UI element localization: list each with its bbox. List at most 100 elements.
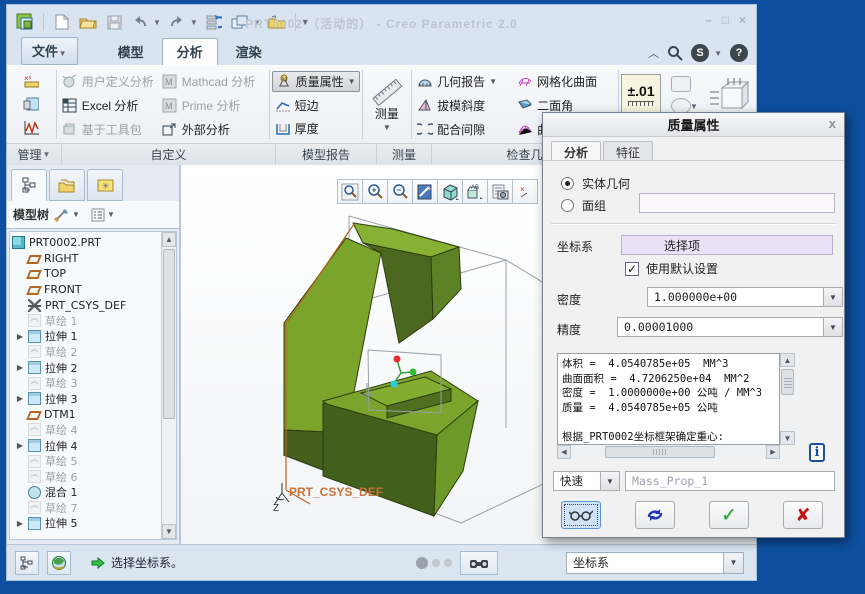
density-value[interactable]: 1.000000e+00 — [647, 287, 824, 307]
results-scroll-down-icon[interactable]: ▼ — [780, 431, 795, 445]
analysis-graph-icon[interactable] — [23, 120, 39, 136]
expand-icon[interactable] — [12, 363, 28, 372]
info-icon[interactable]: i — [809, 443, 825, 462]
results-hscrollbar[interactable]: ◀ ▶ — [557, 445, 780, 459]
analysis-manage-icon[interactable]: ×ˣ — [23, 73, 39, 89]
toggle-navigator-button[interactable] — [15, 551, 39, 575]
preview-button[interactable] — [561, 501, 601, 529]
ui-region-icon[interactable] — [671, 76, 691, 92]
maximize-button[interactable]: □ — [722, 13, 729, 27]
accuracy-dropdown-icon[interactable]: ▼ — [824, 317, 843, 337]
scroll-up-icon[interactable]: ▲ — [162, 232, 176, 247]
tab-file[interactable]: 文件 ▼ — [21, 37, 78, 65]
find-button[interactable] — [460, 551, 498, 575]
tree-item[interactable]: 草绘 4 — [12, 422, 161, 438]
mathcad-analysis-button[interactable]: MMathcad 分析 — [159, 72, 267, 91]
results-scroll-up-icon[interactable]: ▲ — [780, 353, 795, 367]
tree-item[interactable]: 拉伸 2 — [12, 360, 161, 376]
fit-clearance-button[interactable]: 配合间隙 — [414, 120, 514, 139]
prime-analysis-button[interactable]: MPrime 分析 — [159, 96, 267, 115]
results-scroll-left-icon[interactable]: ◀ — [557, 445, 571, 459]
tree-item[interactable]: 拉伸 4 — [12, 438, 161, 454]
tab-model[interactable]: 模型 — [104, 39, 158, 65]
user-defined-analysis-button[interactable]: 用户定义分析 — [59, 72, 159, 91]
mass-properties-button[interactable]: kg质量属性▼ — [272, 71, 360, 92]
tree-item[interactable]: PRT_CSYS_DEF — [12, 297, 161, 313]
tree-item[interactable]: 拉伸 3 — [12, 391, 161, 407]
expand-icon[interactable] — [12, 441, 28, 450]
toggle-browser-button[interactable] — [47, 551, 71, 575]
folder-browser-tab[interactable] — [49, 169, 85, 201]
section-manage[interactable]: 管理▼ — [7, 144, 62, 165]
tree-item[interactable]: 混合 1 — [12, 485, 161, 501]
tree-item[interactable]: 草绘 1 — [12, 313, 161, 329]
expand-icon[interactable] — [12, 519, 28, 528]
tree-item[interactable]: FRONT — [12, 282, 161, 298]
results-scroll-right-icon[interactable]: ▶ — [766, 445, 780, 459]
tab-render[interactable]: 渲染 — [222, 39, 276, 65]
checkbox-checked-icon[interactable]: ✓ — [625, 262, 639, 276]
favorites-tab[interactable]: ✳ — [87, 169, 123, 201]
short-edge-button[interactable]: 短边 — [272, 96, 360, 115]
tree-settings-dropdown-icon[interactable]: ▼ — [107, 210, 115, 219]
mode-dropdown-icon[interactable]: ▼ — [601, 471, 620, 491]
new-file-button[interactable] — [52, 12, 72, 32]
saved-analysis-icon[interactable] — [23, 96, 39, 112]
tree-item[interactable]: RIGHT — [12, 251, 161, 267]
scroll-down-icon[interactable]: ▼ — [162, 524, 176, 539]
tree-item[interactable]: DTM1 — [12, 407, 161, 423]
tree-item[interactable]: TOP — [12, 266, 161, 282]
density-dropdown-icon[interactable]: ▼ — [824, 287, 843, 307]
collapse-ribbon-icon[interactable]: ︿ — [648, 45, 659, 61]
tree-tools-dropdown-icon[interactable]: ▼ — [72, 210, 80, 219]
tree-item[interactable]: 草绘 3 — [12, 375, 161, 391]
cancel-button[interactable]: ✘ — [783, 501, 823, 529]
open-file-button[interactable] — [78, 12, 98, 32]
results-vscrollbar[interactable]: ▲ ▼ — [780, 353, 795, 445]
close-button[interactable]: × — [739, 13, 746, 27]
tree-item[interactable]: 拉伸 1 — [12, 329, 161, 345]
csys-collector-input[interactable]: 选择项 — [621, 235, 833, 255]
minimize-button[interactable]: – — [705, 13, 712, 27]
geometry-report-button[interactable]: 几何报告▼ — [414, 72, 514, 91]
excel-analysis-button[interactable]: Excel 分析 — [59, 96, 159, 115]
save-button[interactable] — [104, 12, 124, 32]
filter-value[interactable]: 坐标系 — [566, 552, 724, 574]
help-icon[interactable]: ? — [730, 44, 748, 62]
tree-item[interactable]: 草绘 7 — [12, 500, 161, 516]
repeat-button[interactable] — [635, 501, 675, 529]
tree-item[interactable]: PRT0002.PRT — [12, 235, 161, 251]
dialog-tab-analysis[interactable]: 分析 — [551, 141, 601, 160]
resource-center-icon[interactable]: S — [691, 44, 709, 62]
thickness-button[interactable]: 厚度 — [272, 119, 360, 138]
dialog-close-icon[interactable]: x — [829, 116, 836, 131]
ok-button[interactable]: ✓ — [709, 501, 749, 529]
search-icon[interactable] — [667, 45, 683, 61]
use-default-checkbox[interactable]: ✓ 使用默认设置 — [625, 260, 718, 277]
tab-analysis[interactable]: 分析 — [162, 38, 218, 65]
toolkit-based-button[interactable]: 基于工具包 — [59, 120, 159, 139]
accuracy-value[interactable]: 0.00001000 — [617, 317, 824, 337]
filter-dropdown-icon[interactable]: ▼ — [724, 552, 744, 574]
resource-dropdown-icon[interactable]: ▼ — [714, 49, 722, 58]
tree-settings-icon[interactable] — [91, 208, 105, 222]
tree-item[interactable]: 拉伸 5 — [12, 516, 161, 532]
quilt-radio[interactable]: 面组 — [561, 197, 606, 214]
dialog-title-bar[interactable]: 质量属性 x — [543, 113, 844, 137]
tree-item[interactable]: 草绘 5 — [12, 453, 161, 469]
tree-item[interactable]: 草绘 6 — [12, 469, 161, 485]
radio-icon[interactable] — [561, 199, 574, 212]
measure-button[interactable]: 测量 ▼ — [370, 76, 404, 134]
model-tree-tab[interactable] — [11, 169, 47, 201]
expand-icon[interactable] — [12, 394, 28, 403]
tolerance-analysis-button[interactable]: ±.01 — [621, 74, 661, 114]
dialog-tab-feature[interactable]: 特征 — [603, 141, 653, 160]
radio-selected-icon[interactable] — [561, 177, 574, 190]
simulate-box-icon[interactable] — [708, 76, 754, 116]
solid-geometry-radio[interactable]: 实体几何 — [561, 175, 630, 192]
tree-tools-icon[interactable] — [54, 208, 70, 222]
external-analysis-button[interactable]: 外部分析 — [159, 120, 267, 139]
tree-scrollbar[interactable]: ▲ ▼ — [161, 232, 176, 539]
mode-value[interactable]: 快速 — [553, 471, 601, 491]
quilt-collector-input[interactable] — [639, 193, 835, 213]
